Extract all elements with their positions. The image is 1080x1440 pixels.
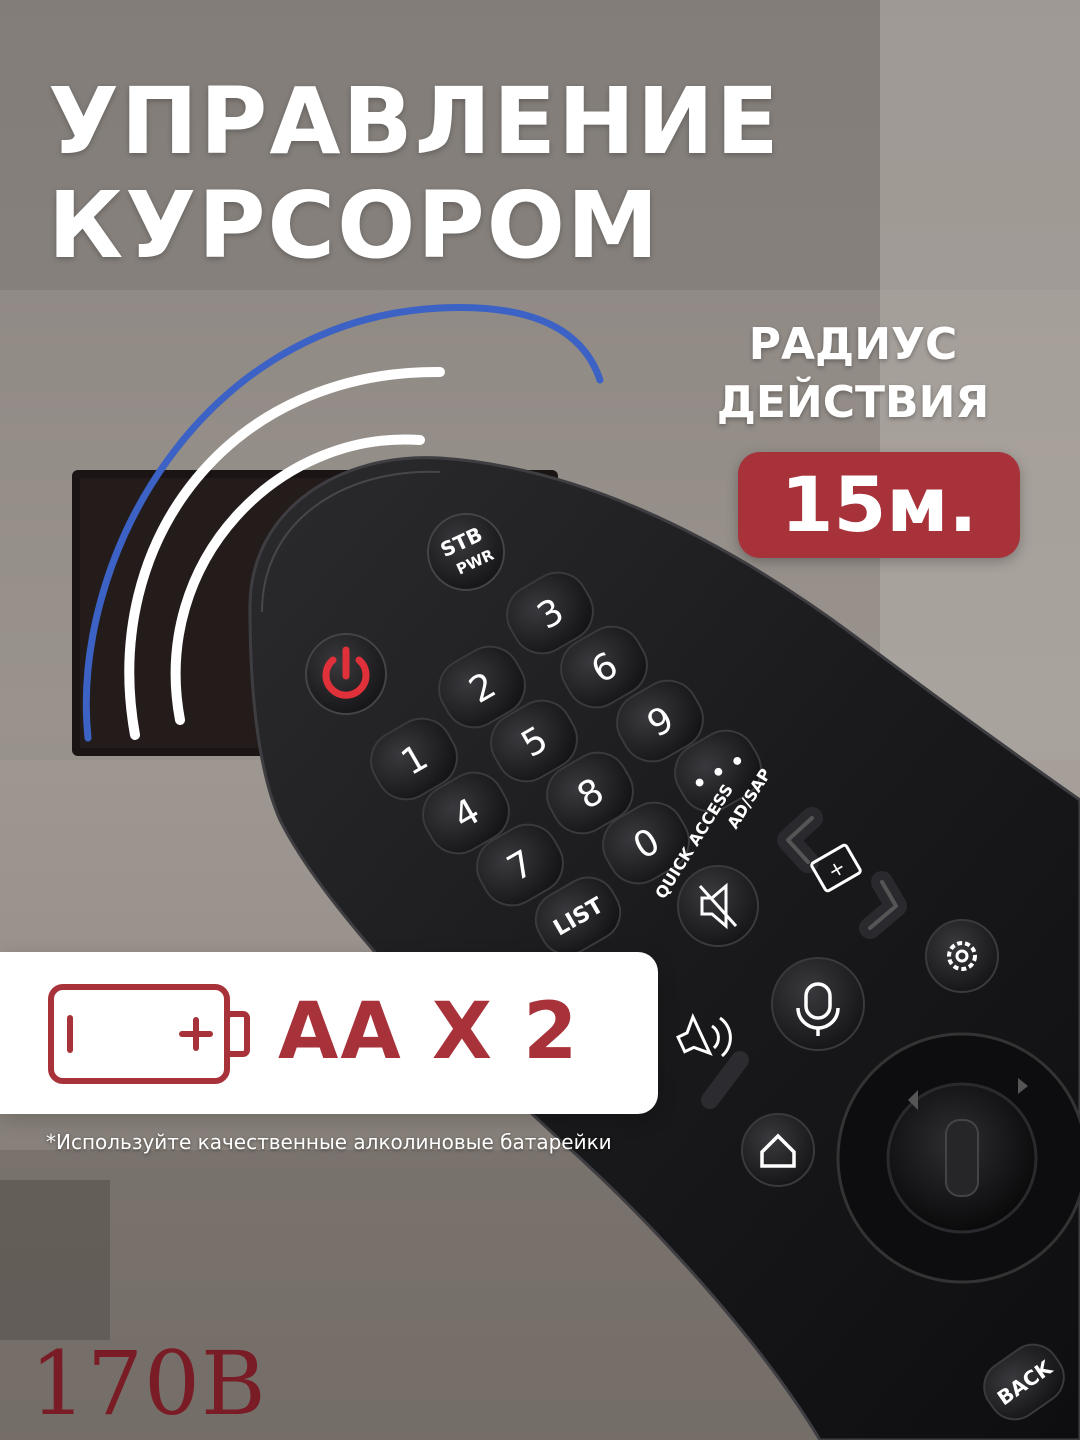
stb-power-button[interactable]: STB PWR [427,513,505,591]
range-label-line-1: РАДИУС [748,319,958,370]
headline-line-2: КУРСОРОМ [48,172,661,279]
mute-button[interactable] [677,865,759,947]
power-button[interactable] [305,633,387,715]
home-button[interactable] [741,1113,815,1187]
battery-icon [48,984,250,1084]
battery-footnote: *Используйте качественные алколиновые ба… [46,1130,612,1154]
battery-card: АА Х 2 [0,952,658,1114]
side-object [0,1180,110,1340]
battery-count: АА Х 2 [278,987,580,1077]
range-label-line-2: ДЕЙСТВИЯ [716,377,990,428]
voice-button[interactable] [771,957,865,1051]
range-badge: 15м. [738,452,1020,558]
watermark: 170B [30,1332,267,1435]
navigation-wheel[interactable] [836,1032,1080,1284]
scroll-wheel[interactable] [945,1119,979,1197]
headline: УПРАВЛЕНИЕ КУРСОРОМ [48,70,781,278]
range-label: РАДИУС ДЕЙСТВИЯ [688,316,1018,432]
settings-button[interactable] [925,919,999,993]
headline-line-1: УПРАВЛЕНИЕ [48,68,781,175]
